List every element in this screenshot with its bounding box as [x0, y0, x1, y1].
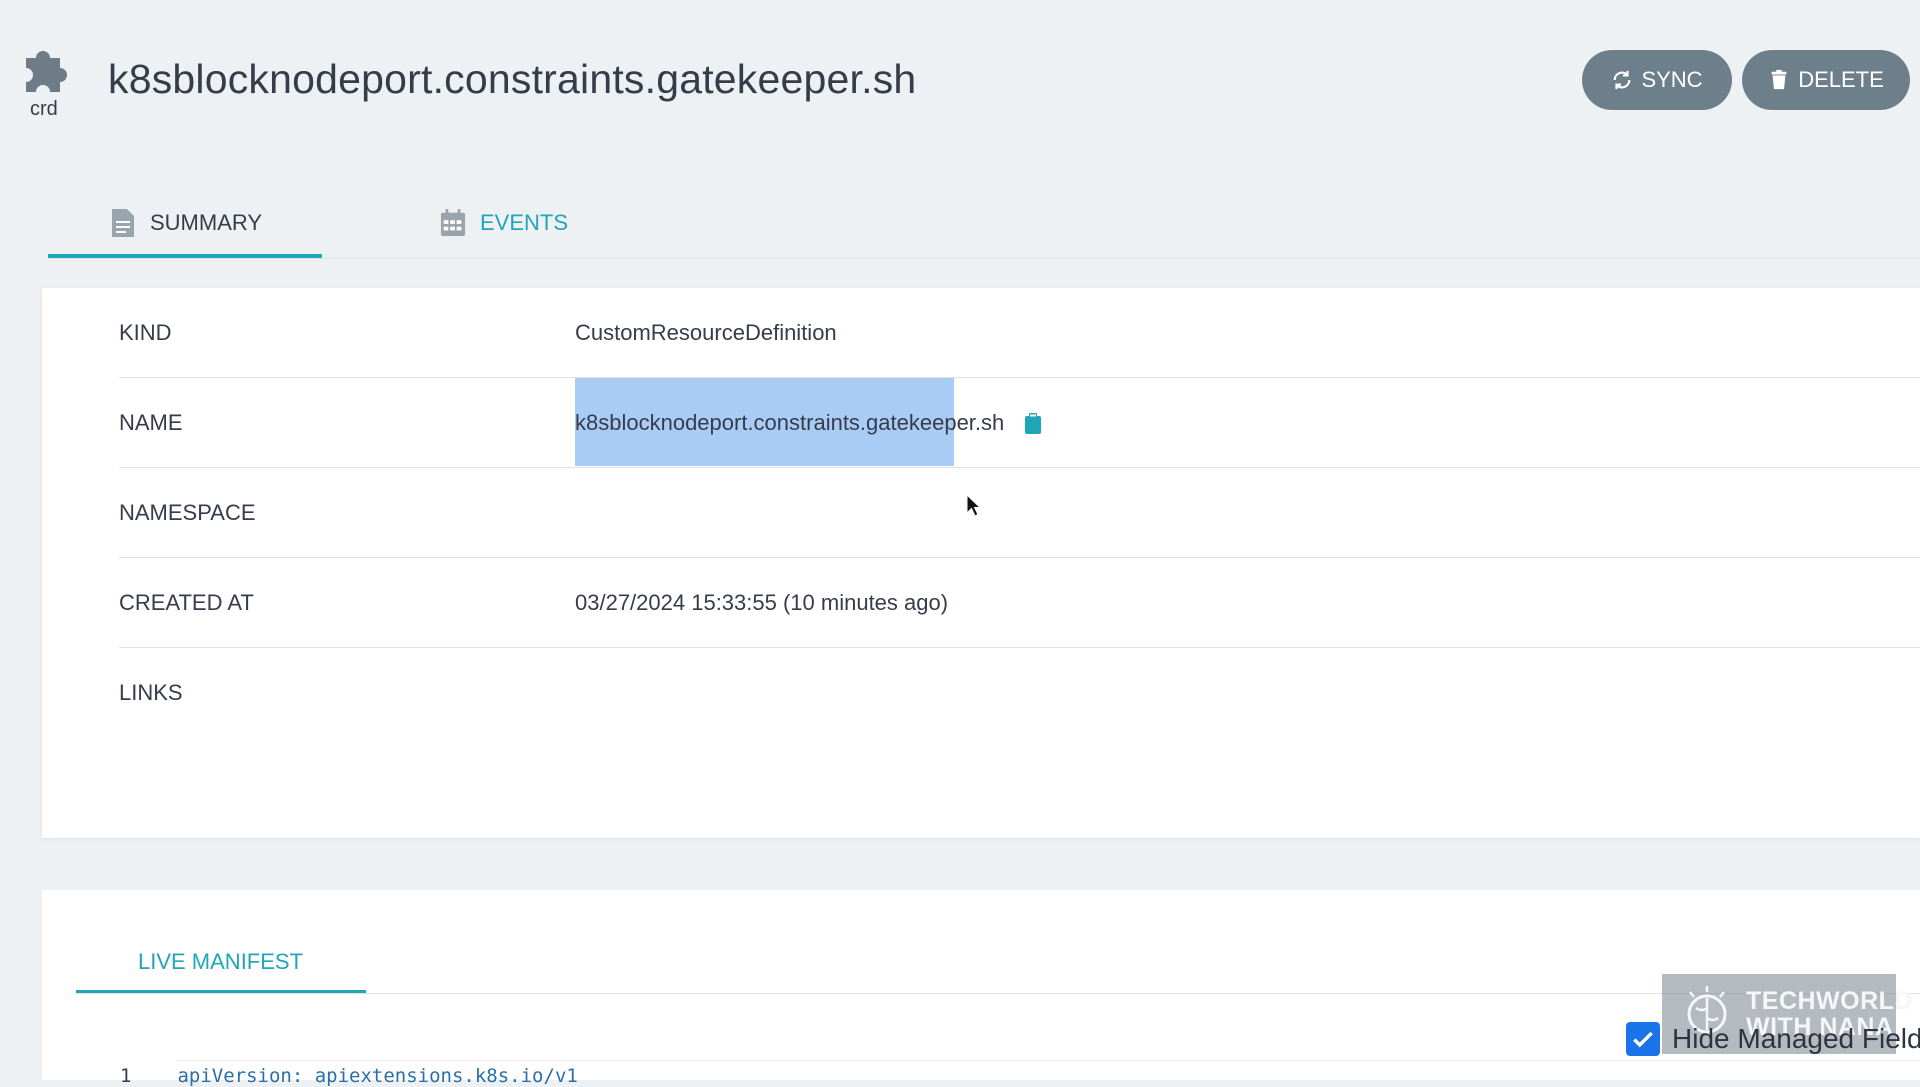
document-icon	[112, 209, 134, 237]
active-tab-indicator	[48, 254, 322, 258]
resource-type-label: crd	[30, 98, 58, 120]
row-value: 03/27/2024 15:33:55 (10 minutes ago)	[575, 590, 949, 615]
divider	[178, 1060, 1920, 1061]
row-key: KIND	[119, 320, 172, 345]
sync-button-label: SYNC	[1641, 67, 1703, 92]
row-key: LINKS	[119, 680, 183, 705]
puzzle-piece-icon	[26, 51, 67, 92]
summary-row-created-at: CREATED AT 03/27/2024 15:33:55 (10 minut…	[119, 558, 1920, 648]
page-title: k8sblocknodeport.constraints.gatekeeper.…	[108, 56, 917, 102]
summary-card: KIND CustomResourceDefinition NAME k8sbl…	[42, 288, 1920, 838]
clipboard-icon[interactable]	[1024, 413, 1042, 435]
row-key: NAME	[119, 410, 183, 435]
line-number: 1	[120, 1065, 132, 1087]
hide-managed-fields-toggle[interactable]: Hide Managed Field	[1626, 1022, 1920, 1056]
code-text: apiVersion: apiextensions.k8s.io/v1	[177, 1065, 578, 1087]
tab-summary-label: SUMMARY	[150, 210, 263, 235]
hide-managed-checkbox[interactable]	[1626, 1022, 1660, 1056]
summary-row-kind: KIND CustomResourceDefinition	[119, 288, 1920, 378]
code-line[interactable]: 1 apiVersion: apiextensions.k8s.io/v1	[120, 1065, 578, 1087]
hide-managed-label: Hide Managed Field	[1672, 1023, 1920, 1054]
calendar-icon	[440, 209, 466, 236]
delete-button[interactable]: DELETE	[1742, 50, 1910, 110]
checkmark-icon	[1633, 1031, 1653, 1048]
tab-summary[interactable]: SUMMARY	[110, 190, 262, 256]
row-key: NAMESPACE	[119, 500, 256, 525]
row-value[interactable]: k8sblocknodeport.constraints.gatekeeper.…	[575, 410, 1004, 435]
resource-header: crd k8sblocknodeport.constraints.gatekee…	[0, 0, 1920, 150]
sync-button[interactable]: SYNC	[1582, 50, 1732, 110]
row-key: CREATED AT	[119, 590, 254, 615]
summary-row-namespace: NAMESPACE	[119, 468, 1920, 558]
row-value: CustomResourceDefinition	[575, 320, 837, 345]
tab-events-label: EVENTS	[480, 210, 569, 235]
summary-row-name: NAME k8sblocknodeport.constraints.gateke…	[119, 378, 1920, 468]
trash-icon	[1771, 69, 1787, 90]
summary-row-links: LINKS	[119, 648, 1920, 737]
sync-icon	[1614, 70, 1631, 90]
row-value-container: k8sblocknodeport.constraints.gatekeeper.…	[575, 378, 1042, 467]
resource-tabs: SUMMARY EVENTS	[48, 190, 1920, 259]
tab-events[interactable]: EVENTS	[440, 190, 568, 256]
delete-button-label: DELETE	[1798, 67, 1884, 92]
tab-live-manifest-label: LIVE MANIFEST	[138, 949, 304, 974]
divider	[76, 993, 1920, 994]
mouse-cursor-icon	[966, 494, 982, 517]
